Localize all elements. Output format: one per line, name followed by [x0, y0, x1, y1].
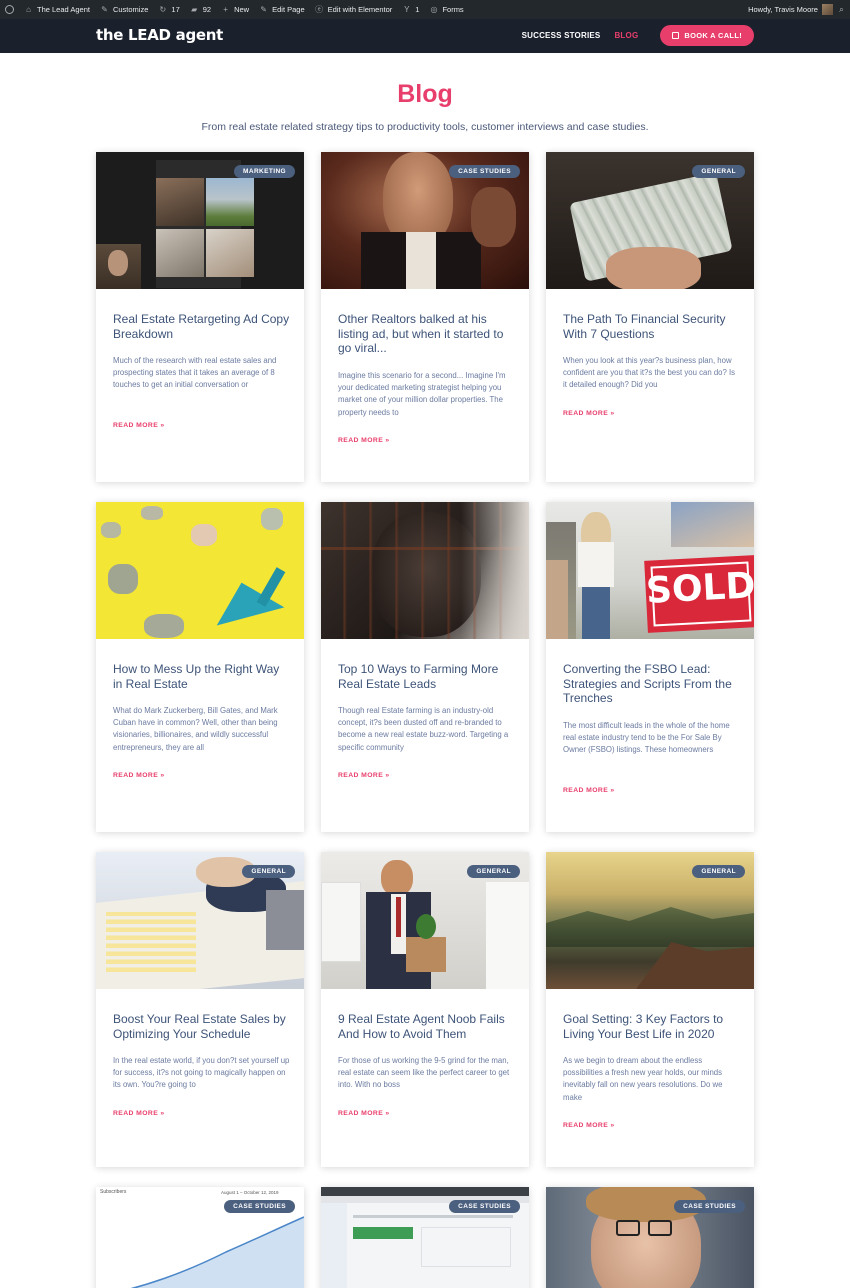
post-title[interactable]: How to Mess Up the Right Way in Real Est…	[113, 662, 291, 691]
category-badge[interactable]: GENERAL	[692, 865, 745, 878]
post-card[interactable]: GENERAL Boost Your Real Estate Sales by …	[96, 852, 304, 1167]
post-thumbnail[interactable]	[321, 502, 529, 639]
elementor-icon: ⓔ	[315, 5, 324, 14]
category-badge[interactable]: CASE STUDIES	[449, 1200, 520, 1213]
site-logo[interactable]: the LEAD agent	[96, 26, 223, 44]
forms-icon: ◎	[430, 5, 438, 14]
yoast-icon: Y	[404, 5, 410, 14]
read-more-link[interactable]: READ MORE »	[113, 422, 165, 429]
read-more-link[interactable]: READ MORE »	[338, 1110, 390, 1117]
post-excerpt: In the real estate world, if you don?t s…	[113, 1056, 290, 1090]
post-card[interactable]: GENERAL Goal Setting: 3 Key Factors to L…	[546, 852, 754, 1167]
site-header: the LEAD agent SUCCESS STORIES BLOG BOOK…	[0, 19, 850, 53]
edit-page-link[interactable]: ✎ Edit Page	[254, 0, 310, 19]
post-excerpt: As we begin to dream about the endless p…	[563, 1056, 723, 1102]
post-card[interactable]: SOLD Converting the FSBO Lead: Strategie…	[546, 502, 754, 832]
post-excerpt: The most difficult leads in the whole of…	[563, 721, 730, 755]
category-badge[interactable]: CASE STUDIES	[224, 1200, 295, 1213]
page-title: Blog	[397, 80, 453, 108]
post-title[interactable]: 9 Real Estate Agent Noob Fails And How t…	[338, 1012, 516, 1041]
post-thumbnail[interactable]: CASE STUDIES	[321, 1187, 529, 1288]
post-excerpt: Imagine this scenario for a second... Im…	[338, 371, 506, 417]
post-card[interactable]: CASE STUDIES	[321, 1187, 529, 1288]
post-thumbnail[interactable]: GENERAL	[546, 852, 754, 989]
wordpress-logo-button[interactable]	[0, 0, 19, 19]
post-card[interactable]: GENERAL 9 Real Estate Agent Noob Fails A…	[321, 852, 529, 1167]
post-thumbnail[interactable]: MARKETING	[96, 152, 304, 289]
yoast-seo-link[interactable]: Y1	[397, 0, 424, 19]
post-card[interactable]: Top 10 Ways to Farming More Real Estate …	[321, 502, 529, 832]
post-thumbnail[interactable]: GENERAL	[546, 152, 754, 289]
comment-icon: ▰	[191, 5, 198, 14]
post-thumbnail[interactable]: GENERAL	[321, 852, 529, 989]
sold-sign-text: SOLD	[645, 565, 754, 612]
post-card[interactable]: Subscribers August 1 – October 12, 2019 …	[96, 1187, 304, 1288]
post-card[interactable]: GENERAL The Path To Financial Security W…	[546, 152, 754, 482]
page-subtitle: From real estate related strategy tips t…	[201, 121, 649, 133]
category-badge[interactable]: MARKETING	[234, 165, 295, 178]
post-thumbnail[interactable]	[96, 502, 304, 639]
updates-icon: ↻	[159, 5, 167, 14]
category-badge[interactable]: GENERAL	[242, 865, 295, 878]
read-more-link[interactable]: READ MORE »	[563, 787, 615, 794]
post-card[interactable]: CASE STUDIES Other Realtors balked at hi…	[321, 152, 529, 482]
edit-with-elementor-link[interactable]: ⓔ Edit with Elementor	[310, 0, 398, 19]
search-icon[interactable]: ⌕	[839, 4, 844, 15]
read-more-link[interactable]: READ MORE »	[338, 772, 390, 779]
post-title[interactable]: Boost Your Real Estate Sales by Optimizi…	[113, 1012, 291, 1041]
post-thumbnail[interactable]: CASE STUDIES	[546, 1187, 754, 1288]
new-content-link[interactable]: + New	[216, 0, 254, 19]
post-card[interactable]: CASE STUDIES	[546, 1187, 754, 1288]
post-title[interactable]: Top 10 Ways to Farming More Real Estate …	[338, 662, 516, 691]
book-a-call-button[interactable]: BOOK A CALL!	[660, 25, 754, 46]
post-title[interactable]: Other Realtors balked at his listing ad,…	[338, 312, 516, 356]
customize-link[interactable]: ✎ Customize	[95, 0, 153, 19]
post-excerpt: What do Mark Zuckerberg, Bill Gates, and…	[113, 706, 278, 752]
site-name-link[interactable]: ⌂ The Lead Agent	[19, 0, 95, 19]
read-more-link[interactable]: READ MORE »	[338, 437, 390, 444]
home-icon: ⌂	[26, 5, 31, 14]
post-title[interactable]: The Path To Financial Security With 7 Qu…	[563, 312, 741, 341]
main-nav: SUCCESS STORIES BLOG BOOK A CALL!	[508, 25, 754, 46]
post-thumbnail[interactable]: Subscribers August 1 – October 12, 2019 …	[96, 1187, 304, 1288]
brush-icon: ✎	[101, 5, 108, 14]
post-title[interactable]: Converting the FSBO Lead: Strategies and…	[563, 662, 741, 706]
category-badge[interactable]: CASE STUDIES	[449, 165, 520, 178]
read-more-link[interactable]: READ MORE »	[113, 1110, 165, 1117]
category-badge[interactable]: GENERAL	[692, 165, 745, 178]
category-badge[interactable]: CASE STUDIES	[674, 1200, 745, 1213]
nav-success-stories[interactable]: SUCCESS STORIES	[522, 31, 601, 40]
category-badge[interactable]: GENERAL	[467, 865, 520, 878]
admin-bar: ⌂ The Lead Agent ✎ Customize ↻ 17 ▰ 92 + New …	[0, 0, 850, 19]
nav-blog[interactable]: BLOG	[614, 31, 638, 40]
wordpress-icon	[5, 5, 14, 14]
pencil-icon: ✎	[260, 5, 267, 14]
forms-link[interactable]: ◎ Forms	[424, 0, 468, 19]
post-excerpt: When you look at this year?s business pl…	[563, 356, 736, 390]
post-thumbnail[interactable]: CASE STUDIES	[321, 152, 529, 289]
updates-link[interactable]: ↻ 17	[153, 0, 184, 19]
post-excerpt: Much of the research with real estate sa…	[113, 356, 277, 390]
post-card[interactable]: MARKETING Real Estate Retargeting Ad Cop…	[96, 152, 304, 482]
post-thumbnail[interactable]: SOLD	[546, 502, 754, 639]
post-excerpt: Though real Estate farming is an industr…	[338, 706, 509, 752]
post-card[interactable]: How to Mess Up the Right Way in Real Est…	[96, 502, 304, 832]
post-title[interactable]: Goal Setting: 3 Key Factors to Living Yo…	[563, 1012, 741, 1041]
calendar-icon	[672, 32, 680, 39]
post-thumbnail[interactable]: GENERAL	[96, 852, 304, 989]
read-more-link[interactable]: READ MORE »	[113, 772, 165, 779]
plus-icon: +	[223, 5, 228, 14]
read-more-link[interactable]: READ MORE »	[563, 1122, 615, 1129]
avatar[interactable]	[821, 4, 833, 15]
read-more-link[interactable]: READ MORE »	[563, 410, 615, 417]
howdy-user-link[interactable]: Howdy, Travis Moore	[748, 5, 818, 14]
comments-link[interactable]: ▰ 92	[185, 0, 216, 19]
post-title[interactable]: Real Estate Retargeting Ad Copy Breakdow…	[113, 312, 291, 341]
post-excerpt: For those of us working the 9-5 grind fo…	[338, 1056, 510, 1090]
